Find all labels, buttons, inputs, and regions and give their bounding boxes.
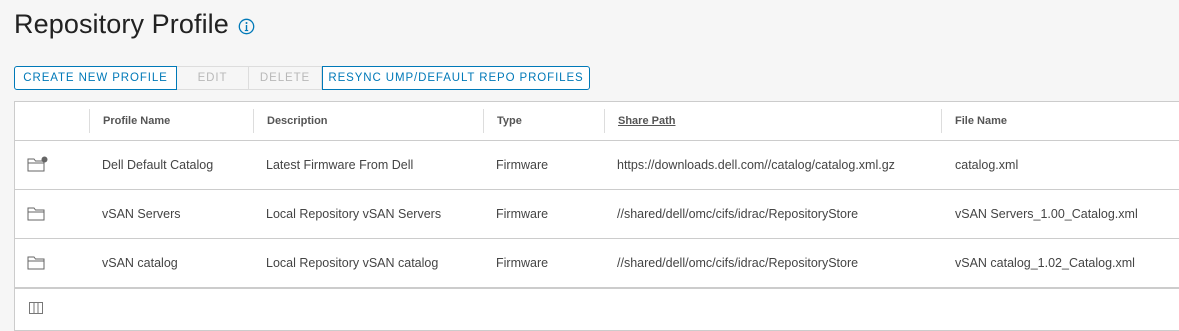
grid-header: Profile Name Description Type Share Path… [15,102,1179,141]
table-row[interactable]: Dell Default Catalog Latest Firmware Fro… [15,140,1179,190]
action-toolbar: CREATE NEW PROFILE EDIT DELETE RESYNC UM… [14,66,590,90]
share-path-cell: //shared/dell/omc/cifs/idrac/RepositoryS… [617,206,859,221]
share-path-cell: https://downloads.dell.com//catalog/cata… [617,157,895,172]
type-cell: Firmware [496,157,549,172]
profile-name-cell: vSAN catalog [102,255,178,270]
file-name-cell: catalog.xml [955,157,1019,172]
column-separator[interactable] [253,109,254,133]
file-name-cell: vSAN catalog_1.02_Catalog.xml [955,255,1135,270]
table-row[interactable]: vSAN Servers Local Repository vSAN Serve… [15,189,1179,239]
column-header-profile-name[interactable]: Profile Name [103,102,170,140]
folder-icon [27,254,47,270]
grid-footer [15,288,1179,329]
column-header-description[interactable]: Description [267,102,328,140]
page-title: Repository Profile [14,8,229,39]
description-cell: Latest Firmware From Dell [266,157,414,172]
column-separator[interactable] [483,109,484,133]
page-header: Repository Profile [14,6,255,42]
folder-sync-icon [27,156,48,172]
column-toggle-icon[interactable] [29,301,43,314]
file-name-cell: vSAN Servers_1.00_Catalog.xml [955,206,1138,221]
column-header-share-path[interactable]: Share Path [618,102,675,140]
description-cell: Local Repository vSAN Servers [266,206,442,221]
edit-button[interactable]: EDIT [177,66,249,90]
folder-icon [27,205,47,221]
share-path-cell: //shared/dell/omc/cifs/idrac/RepositoryS… [617,255,859,270]
column-separator[interactable] [604,109,605,133]
delete-button[interactable]: DELETE [249,66,322,90]
column-header-file-name[interactable]: File Name [955,102,1007,140]
profile-name-cell: vSAN Servers [102,206,181,221]
repository-profile-grid: Profile Name Description Type Share Path… [14,101,1179,331]
type-cell: Firmware [496,206,549,221]
type-cell: Firmware [496,255,549,270]
profile-name-cell: Dell Default Catalog [102,157,214,172]
column-separator[interactable] [941,109,942,133]
info-circle-icon[interactable] [238,18,255,35]
column-separator[interactable] [89,109,90,133]
description-cell: Local Repository vSAN catalog [266,255,439,270]
column-header-type[interactable]: Type [497,102,522,140]
resync-profiles-button[interactable]: RESYNC UMP/DEFAULT REPO PROFILES [322,66,590,90]
table-row[interactable]: vSAN catalog Local Repository vSAN catal… [15,238,1179,288]
create-new-profile-button[interactable]: CREATE NEW PROFILE [14,66,177,90]
